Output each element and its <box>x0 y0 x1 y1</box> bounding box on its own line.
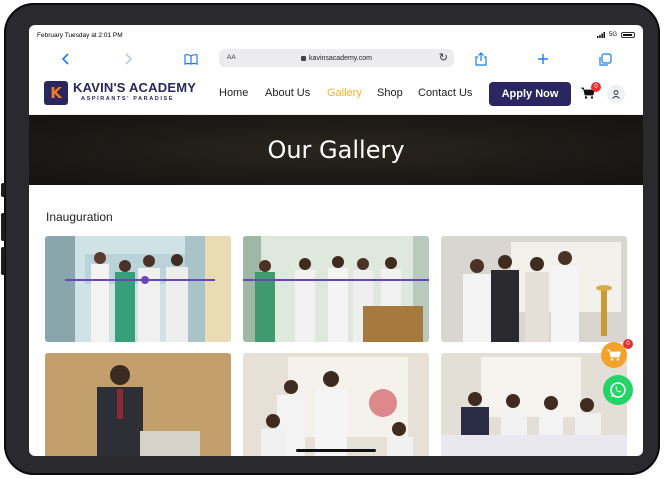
status-datetime: February Tuesday at 2:01 PM <box>37 31 123 39</box>
lock-icon <box>301 55 307 61</box>
nav-gallery[interactable]: Gallery <box>327 87 362 99</box>
whatsapp-button[interactable] <box>603 375 633 405</box>
nav-home[interactable]: Home <box>219 87 248 99</box>
cart-count-badge: 0 <box>591 82 601 92</box>
signal-label: 5G <box>608 32 617 38</box>
site-header: K KAVIN'S ACADEMY ASPIRANTS' PARADISE Ho… <box>29 73 643 115</box>
forward-icon[interactable] <box>119 50 137 68</box>
speaker-podium-photo[interactable] <box>45 353 231 456</box>
status-bar: February Tuesday at 2:01 PM 5G <box>29 25 643 45</box>
user-icon[interactable] <box>607 85 625 103</box>
lamp-lighting-photo[interactable] <box>441 236 627 342</box>
microphone-speech-photo[interactable] <box>243 353 429 456</box>
back-icon[interactable] <box>57 50 75 68</box>
whatsapp-icon <box>610 382 626 398</box>
nav-about-us[interactable]: About Us <box>265 87 310 99</box>
address-bar[interactable]: AA kavinsacademy.com ↻ <box>219 49 454 67</box>
logo-subtitle: ASPIRANTS' PARADISE <box>81 96 175 102</box>
ipad-volume-down <box>1 247 5 275</box>
screen: February Tuesday at 2:01 PM 5G AA kavins… <box>29 25 643 456</box>
ipad-side-button <box>1 183 5 197</box>
reader-aa-button[interactable]: AA <box>227 54 236 61</box>
cart-icon <box>607 349 621 361</box>
new-tab-icon[interactable] <box>534 50 552 68</box>
page-title: Our Gallery <box>267 136 405 164</box>
ribbon-cutting-photo-2[interactable] <box>243 236 429 342</box>
apply-now-button[interactable]: Apply Now <box>489 82 571 106</box>
gallery-hero-banner: Our Gallery <box>29 115 643 185</box>
ribbon-cutting-photo-1[interactable] <box>45 236 231 342</box>
browser-toolbar: AA kavinsacademy.com ↻ <box>29 45 643 73</box>
url-text: kavinsacademy.com <box>309 54 372 62</box>
nav-contact-us[interactable]: Contact Us <box>418 87 472 99</box>
floating-cart-badge: 0 <box>623 339 633 349</box>
home-indicator[interactable] <box>296 449 376 452</box>
logo-title[interactable]: KAVIN'S ACADEMY <box>73 80 196 95</box>
logo-mark[interactable]: K <box>44 81 68 105</box>
section-title: Inauguration <box>46 210 113 224</box>
tabs-overview-icon[interactable] <box>596 50 614 68</box>
battery-icon <box>621 32 635 38</box>
reload-icon[interactable]: ↻ <box>439 51 448 64</box>
ipad-volume-up <box>1 213 5 241</box>
status-indicators: 5G <box>596 32 635 38</box>
bookmarks-icon[interactable] <box>182 50 200 68</box>
ipad-frame: February Tuesday at 2:01 PM 5G AA kavins… <box>1 3 660 475</box>
stage-guests-photo[interactable] <box>441 353 627 456</box>
nav-shop[interactable]: Shop <box>377 87 403 99</box>
wifi-icon <box>596 32 605 38</box>
share-icon[interactable] <box>472 50 490 68</box>
